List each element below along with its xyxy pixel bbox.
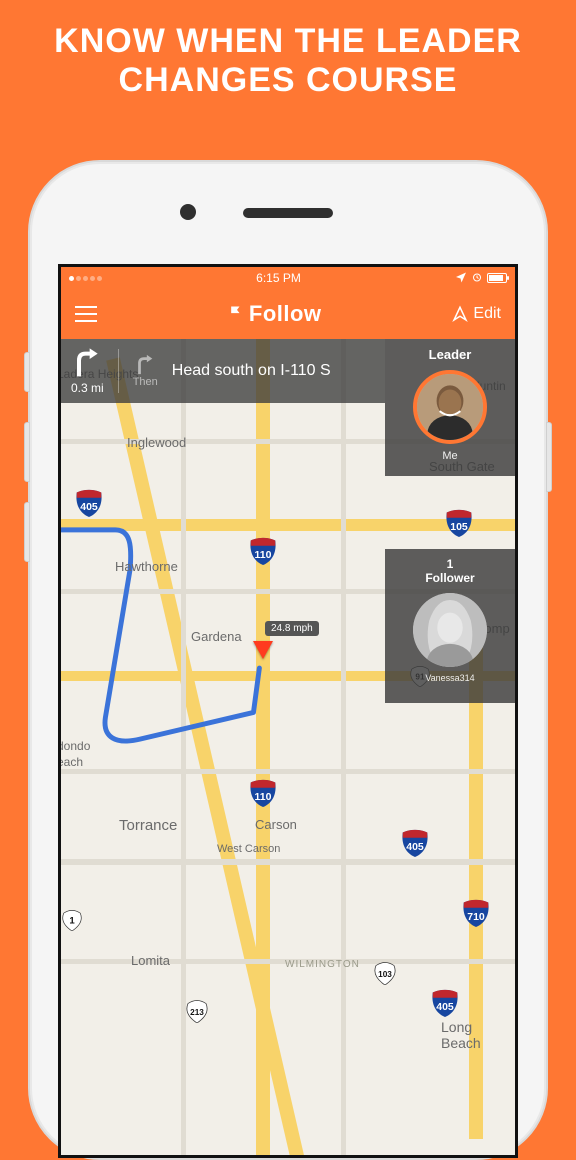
map-label: each: [58, 755, 83, 769]
follower-name: Vanessa314: [385, 673, 515, 683]
leader-name: Me: [385, 450, 515, 462]
leader-panel[interactable]: Leader Me: [385, 339, 515, 476]
phone-power-button: [546, 422, 552, 492]
direction-instruction: Head south on I-110 S: [172, 362, 331, 380]
interstate-shield-icon: 405: [401, 829, 429, 857]
map-label: Lomita: [131, 953, 170, 968]
svg-text:110: 110: [255, 549, 272, 561]
phone-frame: 6:15 PM Follow: [28, 160, 548, 1160]
road-minor: [61, 769, 515, 774]
followers-panel[interactable]: 1 Follower Vanessa314: [385, 549, 515, 703]
flag-icon: [227, 302, 247, 326]
svg-text:710: 710: [467, 911, 485, 923]
map-label: Torrance: [119, 817, 177, 834]
app-header: Follow Edit: [61, 289, 515, 339]
follower-count-label: Follower: [385, 571, 515, 585]
phone-volume-up: [24, 422, 30, 482]
leader-avatar[interactable]: [413, 370, 487, 444]
status-bar: 6:15 PM: [61, 267, 515, 289]
location-icon: [455, 271, 467, 286]
map-label: Hawthorne: [115, 559, 178, 574]
svg-text:405: 405: [436, 1001, 454, 1013]
phone-mute-switch: [24, 352, 30, 392]
road-i405: [106, 357, 304, 1158]
interstate-shield-icon: 110: [249, 537, 277, 565]
road-minor: [181, 339, 186, 1155]
svg-text:405: 405: [80, 501, 98, 513]
follower-count: 1: [385, 557, 515, 571]
status-time: 6:15 PM: [256, 271, 301, 285]
svg-text:405: 405: [406, 841, 424, 853]
menu-button[interactable]: [75, 306, 97, 322]
edit-button[interactable]: Edit: [451, 305, 501, 323]
route-icon: [451, 305, 469, 323]
map-label: dondo: [58, 739, 90, 753]
phone-speaker: [243, 208, 333, 218]
then-label: Then: [133, 376, 158, 388]
phone-front-camera: [180, 204, 196, 220]
state-route-shield-icon: 213: [185, 999, 209, 1023]
turn-distance: 0.3 mi: [71, 381, 104, 395]
app-title: Follow: [227, 301, 322, 327]
road-minor: [341, 339, 346, 1155]
svg-text:1: 1: [69, 915, 75, 926]
promo-headline: KNOW WHEN THE LEADER CHANGES COURSE: [0, 0, 576, 100]
map-label: West Carson: [217, 843, 280, 855]
state-route-shield-icon: 1: [61, 909, 83, 931]
svg-text:105: 105: [450, 521, 468, 533]
turn-right-icon: [134, 354, 156, 376]
battery-icon: [487, 273, 507, 283]
phone-volume-down: [24, 502, 30, 562]
interstate-shield-icon: 405: [431, 989, 459, 1017]
interstate-shield-icon: 405: [75, 489, 103, 517]
map-label: WILMINGTON: [285, 959, 360, 970]
leader-title: Leader: [385, 347, 515, 362]
road-minor: [61, 859, 515, 865]
road-i710: [469, 639, 483, 1139]
state-route-shield-icon: 103: [373, 961, 397, 985]
interstate-shield-icon: 110: [249, 779, 277, 807]
map-label: Inglewood: [127, 435, 186, 450]
interstate-shield-icon: 105: [445, 509, 473, 537]
svg-text:213: 213: [190, 1008, 204, 1017]
speed-badge: 24.8 mph: [265, 621, 319, 636]
map-label: Carson: [255, 817, 297, 832]
divider: [118, 349, 119, 393]
interstate-shield-icon: 710: [462, 899, 490, 927]
turn-right-icon: [71, 347, 103, 379]
signal-strength-icon: [69, 276, 102, 281]
follower-avatar[interactable]: [413, 593, 487, 667]
direction-banner: 0.3 mi Then Head south on I-110 S: [61, 339, 385, 403]
map-label: Gardena: [191, 629, 242, 644]
svg-text:110: 110: [255, 791, 272, 803]
svg-text:103: 103: [378, 970, 392, 979]
current-location-marker: [253, 641, 273, 659]
map-view[interactable]: 24.8 mph Ladera Heights Inglewood Hawtho…: [61, 339, 515, 1155]
alarm-icon: [471, 271, 483, 286]
